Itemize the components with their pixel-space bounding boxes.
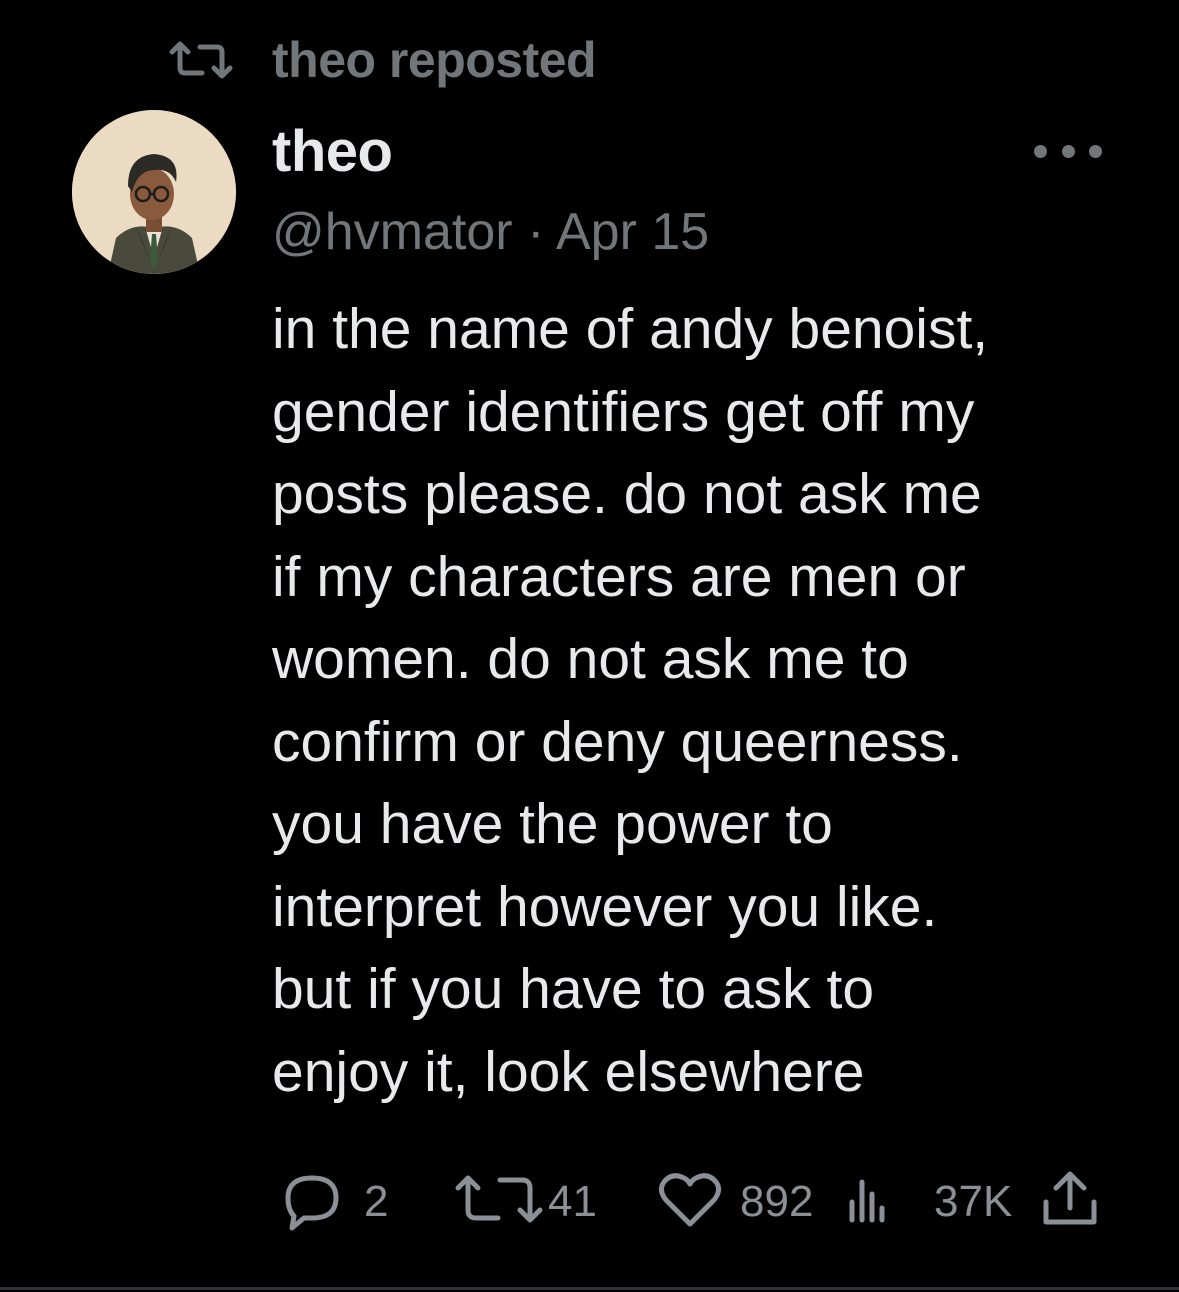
action-bar: 2 41 892 37K <box>0 1170 1179 1234</box>
post-text-line: in the name of andy benoist, <box>272 297 989 361</box>
like-button[interactable]: 892 <box>654 1170 813 1234</box>
avatar[interactable] <box>72 110 236 274</box>
repost-count: 41 <box>548 1177 597 1226</box>
more-options-icon <box>1089 144 1102 158</box>
handle-row: @hvmator · Apr 15 <box>272 202 709 262</box>
like-count: 892 <box>740 1177 814 1226</box>
post-text: in the name of andy benoist, gender iden… <box>272 288 1152 1113</box>
repost-icon <box>168 40 234 80</box>
repost-header[interactable]: theo reposted <box>168 30 597 90</box>
share-icon <box>1038 1168 1102 1237</box>
post-text-line: posts please. do not ask me <box>272 462 982 526</box>
post-text-line: enjoy it, look elsewhere <box>272 1039 865 1104</box>
more-options-icon <box>1061 144 1075 158</box>
reply-count: 2 <box>364 1177 389 1226</box>
repost-button[interactable]: 41 <box>454 1170 597 1234</box>
views-count: 37K <box>934 1177 1013 1226</box>
user-handle[interactable]: @hvmator <box>272 203 513 261</box>
post-text-line: but if you have to ask to <box>272 957 875 1021</box>
repost-icon <box>454 1168 544 1237</box>
views-button[interactable]: 37K <box>846 1170 1012 1234</box>
reply-button[interactable]: 2 <box>274 1170 388 1234</box>
repost-label: theo reposted <box>272 32 597 88</box>
divider <box>0 1287 1179 1290</box>
heart-icon <box>654 1168 726 1237</box>
display-name[interactable]: theo <box>272 118 393 185</box>
reply-icon <box>274 1168 350 1237</box>
avatar-illustration <box>72 110 236 274</box>
more-options-button[interactable] <box>1034 136 1102 166</box>
post-text-line: gender identifiers get off my <box>272 379 975 444</box>
post-text-line: women. do not ask me to <box>272 627 909 691</box>
post-date[interactable]: Apr 15 <box>556 203 709 261</box>
post-text-line: interpret however you like. <box>272 874 938 939</box>
post-text-line: if my characters are men or <box>272 544 966 609</box>
share-button[interactable] <box>1038 1170 1102 1234</box>
post-text-line: confirm or deny queerness. <box>272 709 963 774</box>
more-options-icon <box>1034 144 1047 158</box>
meta-separator: · <box>527 203 545 261</box>
views-icon <box>846 1168 886 1237</box>
post-text-line: you have the power to <box>272 792 833 856</box>
